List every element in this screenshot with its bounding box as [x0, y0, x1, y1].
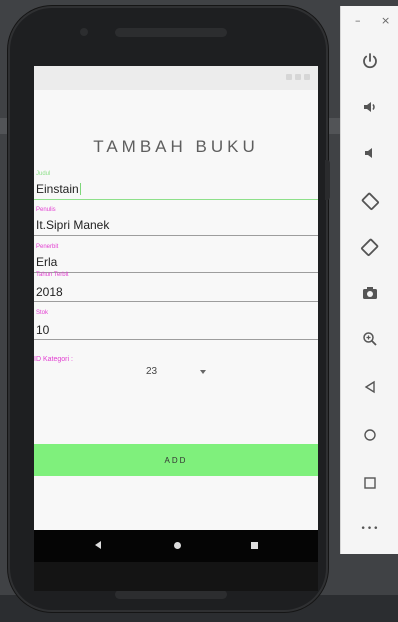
volume-up-icon[interactable]: [355, 92, 385, 122]
judul-label: Judul: [36, 171, 51, 177]
side-power-key: [325, 160, 330, 200]
tahun-terbit-input[interactable]: 2018: [36, 285, 63, 299]
bezel-bottom: [34, 562, 318, 591]
nav-recents-icon[interactable]: [251, 542, 258, 549]
penulis-field[interactable]: Penulis It.Sipri Manek: [34, 207, 318, 237]
wifi-icon: [286, 74, 292, 80]
add-button[interactable]: ADD: [34, 444, 318, 476]
camera-icon-hardware: [80, 28, 88, 36]
dropdown-arrow-icon: [200, 370, 206, 374]
page-title: TAMBAH BUKU: [93, 137, 259, 156]
battery-icon: [304, 74, 310, 80]
app-content: TAMBAH BUKU Judul Einstain Penulis It.Si…: [34, 90, 318, 515]
tahun-terbit-field[interactable]: Tahun Terbit 2018: [34, 272, 318, 302]
text-caret: [79, 183, 81, 195]
status-bar: [34, 66, 318, 90]
kategori-dropdown[interactable]: 23: [122, 363, 218, 385]
top-speaker: [115, 28, 227, 37]
stok-label: Stok: [36, 310, 49, 316]
overview-icon[interactable]: [355, 468, 385, 498]
tahun-terbit-underline: [34, 301, 318, 302]
rotate-right-icon[interactable]: [355, 232, 385, 262]
stok-input[interactable]: 10: [36, 323, 49, 337]
tahun-terbit-label: Tahun Terbit: [36, 272, 69, 278]
phone-frame: TAMBAH BUKU Judul Einstain Penulis It.Si…: [8, 6, 328, 612]
emulator-toolbar: – × •••: [340, 6, 398, 554]
stok-field[interactable]: Stok 10: [34, 310, 318, 340]
stok-underline: [34, 339, 318, 340]
judul-field[interactable]: Judul Einstain: [34, 171, 318, 201]
penerbit-field[interactable]: Penerbit Erla: [34, 244, 318, 274]
rotate-left-icon[interactable]: [355, 186, 385, 216]
android-nav-bar: [34, 530, 318, 562]
penulis-underline: [34, 235, 318, 236]
bottom-speaker: [115, 590, 227, 599]
penerbit-input[interactable]: Erla: [36, 255, 57, 269]
device-screen: TAMBAH BUKU Judul Einstain Penulis It.Si…: [34, 66, 318, 591]
back-icon[interactable]: [355, 372, 385, 402]
nav-home-icon[interactable]: [174, 542, 181, 549]
penerbit-label: Penerbit: [36, 244, 59, 250]
home-icon[interactable]: [355, 420, 385, 450]
camera-icon[interactable]: [355, 278, 385, 308]
penulis-label: Penulis: [36, 207, 56, 213]
volume-down-icon[interactable]: [355, 138, 385, 168]
judul-input[interactable]: Einstain: [36, 182, 81, 196]
kategori-selected-value: 23: [146, 366, 158, 377]
zoom-icon[interactable]: [355, 324, 385, 354]
power-icon[interactable]: [355, 46, 385, 76]
judul-underline: [34, 199, 318, 200]
penulis-input[interactable]: It.Sipri Manek: [36, 218, 109, 232]
more-icon[interactable]: •••: [355, 514, 385, 544]
nav-back-icon[interactable]: [95, 541, 101, 549]
close-button[interactable]: ×: [381, 14, 390, 27]
signal-icon: [295, 74, 301, 80]
kategori-label: ID Kategori :: [34, 356, 73, 363]
minimize-button[interactable]: –: [355, 14, 361, 27]
status-icons: [286, 74, 310, 80]
judul-value: Einstain: [36, 182, 79, 196]
